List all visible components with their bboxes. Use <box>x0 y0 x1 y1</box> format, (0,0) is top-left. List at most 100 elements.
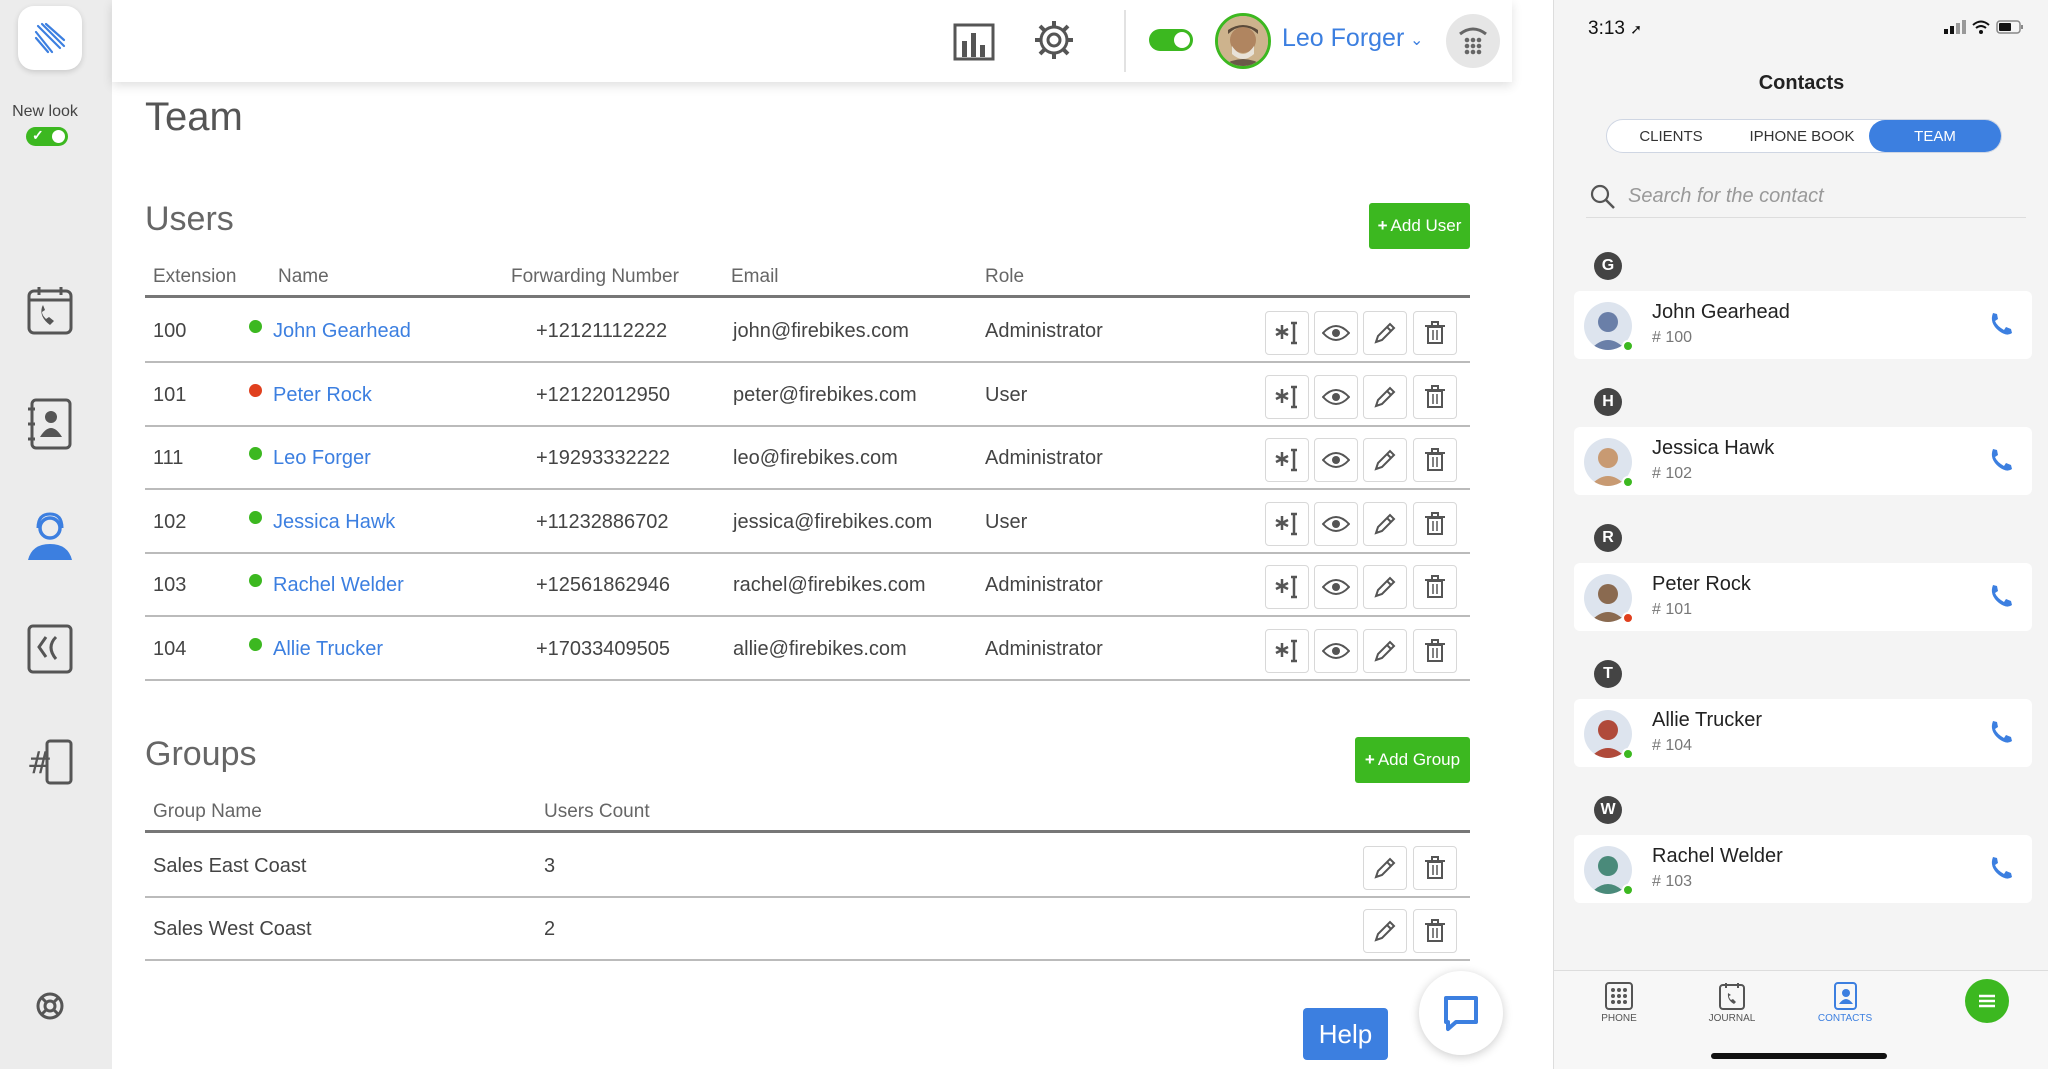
edit-button[interactable] <box>1363 628 1407 673</box>
delete-button[interactable] <box>1413 628 1457 673</box>
numbers-icon[interactable]: # <box>22 733 78 789</box>
edit-button[interactable] <box>1363 565 1407 609</box>
support-icon[interactable] <box>22 978 78 1034</box>
plus-icon: + <box>1377 216 1388 235</box>
edit-button[interactable] <box>1363 909 1407 953</box>
user-name-link[interactable]: John Gearhead <box>273 320 411 343</box>
call-button[interactable] <box>1988 311 2014 342</box>
user-role: Administrator <box>985 447 1103 469</box>
view-button[interactable] <box>1314 565 1358 609</box>
tab-contacts[interactable]: CONTACTS <box>1805 981 1885 1024</box>
left-sidebar: New look ✓ # <box>0 0 112 1069</box>
menu-button[interactable] <box>1965 979 2009 1023</box>
segment-iphone-book[interactable]: IPHONE BOOK <box>1735 120 1869 152</box>
trash-icon <box>1425 511 1445 535</box>
contact-card[interactable]: Allie Trucker # 104 <box>1574 699 2032 767</box>
view-button[interactable] <box>1314 438 1358 482</box>
segment-clients[interactable]: CLIENTS <box>1607 120 1735 152</box>
call-button[interactable] <box>1988 583 2014 614</box>
new-look-label: New look <box>12 103 78 120</box>
table-row: 104 Allie Trucker +17033409505 allie@firebi… <box>145 618 1470 681</box>
chat-button[interactable] <box>1419 971 1503 1055</box>
user-name-link[interactable]: Leo Forger <box>273 447 371 470</box>
search-input[interactable]: Search for the contact <box>1628 185 1824 208</box>
extension-settings-button[interactable] <box>1265 311 1309 355</box>
edit-pencil-icon <box>1374 920 1396 942</box>
status-dot <box>249 574 262 587</box>
status-dot <box>249 510 262 524</box>
view-button[interactable] <box>1314 501 1358 546</box>
view-button[interactable] <box>1314 374 1358 419</box>
app-logo[interactable] <box>18 6 82 70</box>
user-name-link[interactable]: Allie Trucker <box>273 638 383 661</box>
edit-pencil-icon <box>1374 640 1396 662</box>
extension-settings-button[interactable] <box>1265 565 1309 609</box>
call-button[interactable] <box>1988 447 2014 478</box>
contact-card[interactable]: John Gearhead # 100 <box>1574 291 2032 359</box>
edit-button[interactable] <box>1363 501 1407 546</box>
edit-button[interactable] <box>1363 311 1407 355</box>
edit-button[interactable] <box>1363 374 1407 419</box>
divider <box>1124 10 1126 72</box>
trash-icon <box>1425 384 1445 408</box>
users-section-title: Users <box>145 200 234 238</box>
contacts-tab-icon <box>1834 982 1857 1010</box>
delete-button[interactable] <box>1413 565 1457 609</box>
statistics-icon[interactable] <box>950 18 998 66</box>
contact-card[interactable]: Jessica Hawk # 102 <box>1574 427 2032 495</box>
availability-toggle[interactable] <box>1149 29 1193 51</box>
user-name[interactable]: Leo Forger <box>1282 24 1404 53</box>
table-row: 101 Peter Rock +12122012950 peter@firebikes… <box>145 364 1470 427</box>
call-button[interactable] <box>1988 719 2014 750</box>
user-name-link[interactable]: Rachel Welder <box>273 574 404 597</box>
delete-button[interactable] <box>1413 374 1457 419</box>
chevron-down-icon[interactable]: ⌄ <box>1410 30 1423 50</box>
user-email: rachel@firebikes.com <box>733 574 926 596</box>
extension-settings-button[interactable] <box>1265 628 1309 673</box>
contact-search[interactable]: Search for the contact <box>1586 176 2026 218</box>
edit-button[interactable] <box>1363 846 1407 890</box>
contacts-icon[interactable] <box>22 396 78 452</box>
status-icons <box>1944 20 2024 34</box>
segment-team[interactable]: TEAM <box>1869 120 2001 152</box>
user-name-link[interactable]: Peter Rock <box>273 384 372 407</box>
user-email: jessica@firebikes.com <box>733 510 933 533</box>
eye-icon <box>1322 579 1350 595</box>
team-icon[interactable] <box>22 508 78 564</box>
delete-button[interactable] <box>1413 501 1457 546</box>
call-flow-icon[interactable] <box>22 621 78 677</box>
user-name-link[interactable]: Jessica Hawk <box>273 511 395 534</box>
main-content: Team Users + Add User Extension Name Forw… <box>112 0 1512 1069</box>
help-button[interactable]: Help <box>1303 1008 1388 1060</box>
delete-button[interactable] <box>1413 438 1457 482</box>
add-group-button[interactable]: + Add Group <box>1355 737 1470 783</box>
section-letter: H <box>1594 388 1622 416</box>
call-journal-icon[interactable] <box>22 283 78 339</box>
view-button[interactable] <box>1314 628 1358 673</box>
settings-gear-icon[interactable] <box>1030 16 1078 64</box>
tab-phone[interactable]: PHONE <box>1579 981 1659 1024</box>
journal-icon <box>1719 983 1745 1010</box>
delete-button[interactable] <box>1413 909 1457 953</box>
top-bar: Leo Forger ⌄ <box>112 0 1512 82</box>
extension-settings-button[interactable] <box>1265 374 1309 419</box>
new-look-toggle[interactable]: ✓ <box>26 127 68 146</box>
status-dot <box>249 383 262 397</box>
contact-card[interactable]: Peter Rock # 101 <box>1574 563 2032 631</box>
delete-button[interactable] <box>1413 846 1457 890</box>
extension-settings-button[interactable] <box>1265 501 1309 546</box>
dialpad-button[interactable] <box>1446 14 1500 68</box>
extension-settings-button[interactable] <box>1265 438 1309 482</box>
table-row: 103 Rachel Welder +12561862946 rachel@fireb… <box>145 554 1470 617</box>
user-avatar[interactable] <box>1215 13 1271 69</box>
col-role: Role <box>985 266 1025 287</box>
delete-button[interactable] <box>1413 311 1457 355</box>
mobile-app-panel: 3:13 ➚ Contacts CLIENTS IPHONE BOOK TEAM… <box>1553 0 2048 1069</box>
tab-journal[interactable]: JOURNAL <box>1692 981 1772 1024</box>
contact-card[interactable]: Rachel Welder # 103 <box>1574 835 2032 903</box>
call-button[interactable] <box>1988 855 2014 886</box>
add-user-button[interactable]: + Add User <box>1369 203 1470 249</box>
view-button[interactable] <box>1314 311 1358 355</box>
extension-settings-icon <box>1275 321 1297 345</box>
edit-button[interactable] <box>1363 438 1407 482</box>
